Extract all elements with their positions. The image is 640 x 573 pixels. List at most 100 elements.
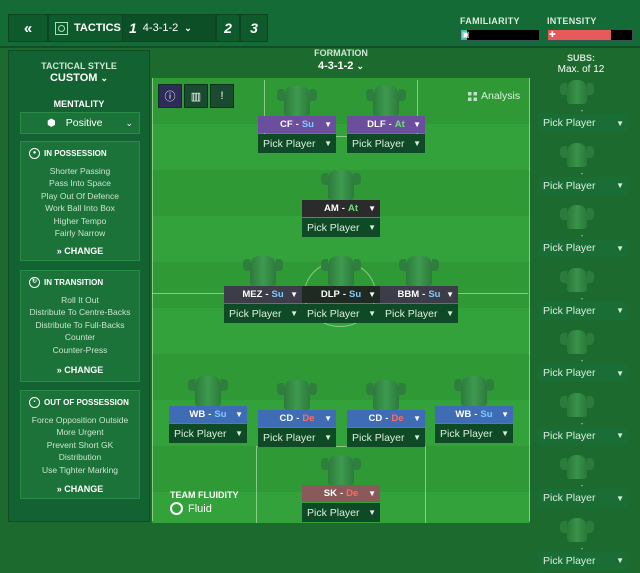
position-role-tag[interactable]: DLF - At ▼ — [347, 116, 425, 133]
pick-player-select[interactable]: Pick Player ▼ — [302, 218, 380, 237]
player-shirt-icon — [277, 380, 317, 410]
position-role-tag[interactable]: AM - At ▼ — [302, 200, 380, 217]
player-shirt-icon — [560, 205, 594, 229]
familiarity-bar[interactable]: ▣ — [460, 29, 540, 41]
pick-sub-select[interactable]: Pick Player ▼ — [538, 239, 628, 257]
position-code: SK — [323, 488, 337, 499]
sub-slot[interactable]: - Pick Player ▼ — [535, 142, 629, 198]
position-role-tag[interactable]: WB - Su ▼ — [169, 406, 247, 423]
sub-slot[interactable]: - Pick Player ▼ — [535, 517, 629, 573]
position-code: DLF — [367, 119, 386, 130]
pick-sub-select[interactable]: Pick Player ▼ — [538, 489, 628, 507]
player-shirt-icon — [243, 256, 283, 286]
player-shirt-icon — [560, 330, 594, 354]
pick-player-select[interactable]: Pick Player ▼ — [435, 424, 513, 443]
subs-panel: SUBS: Max. of 12 - Pick Player ▼ - Pick Play… — [531, 50, 640, 570]
caret-down-icon: ▼ — [324, 120, 332, 129]
sub-slot[interactable]: - Pick Player ▼ — [535, 205, 629, 260]
position-role-tag[interactable]: CD - De ▼ — [258, 410, 336, 427]
caret-down-icon: ▼ — [413, 433, 421, 442]
caret-down-icon: ▼ — [616, 431, 624, 440]
position-role-tag[interactable]: MEZ - Su ▼ — [224, 286, 302, 303]
player-slot-cf[interactable]: CF - Su ▼ Pick Player ▼ — [258, 86, 336, 164]
pick-player-select[interactable]: Pick Player ▼ — [380, 304, 458, 323]
position-role-tag[interactable]: DLP - Su ▼ — [302, 286, 380, 303]
player-slot-sk[interactable]: SK - De ▼ Pick Player ▼ — [302, 455, 380, 533]
in-possession-change-button[interactable]: » CHANGE — [21, 246, 139, 256]
pick-player-label: Pick Player — [307, 221, 360, 234]
tactic-slot-1-number: 1 — [129, 20, 137, 36]
pick-player-select[interactable]: Pick Player ▼ — [347, 428, 425, 447]
sub-slot[interactable]: - Pick Player ▼ — [535, 455, 629, 510]
player-shirt-icon — [321, 170, 361, 200]
subs-title: SUBS: — [566, 53, 595, 63]
instruction-item: Work Ball Into Box — [45, 203, 115, 214]
pick-sub-select[interactable]: Pick Player ▼ — [538, 364, 628, 382]
player-slot-bbm[interactable]: BBM - Su ▼ Pick Player ▼ — [380, 256, 458, 334]
player-slot-wb[interactable]: WB - Su ▼ Pick Player ▼ — [435, 376, 513, 454]
pick-sub-select[interactable]: Pick Player ▼ — [538, 114, 628, 132]
in-transition-change-button[interactable]: » CHANGE — [21, 365, 139, 375]
double-chevron-left-icon: « — [23, 19, 33, 37]
position-role-tag[interactable]: WB - Su ▼ — [435, 406, 513, 423]
pick-player-label: Pick Player — [440, 427, 493, 440]
player-view-button[interactable]: ⓘ — [158, 84, 182, 108]
pick-player-label: Pick Player — [543, 179, 596, 192]
pick-player-select[interactable]: Pick Player ▼ — [169, 424, 247, 443]
pick-player-select[interactable]: Pick Player ▼ — [302, 503, 380, 522]
position-code: CD — [368, 413, 383, 424]
player-slot-dlp[interactable]: DLP - Su ▼ Pick Player ▼ — [302, 256, 380, 334]
player-slot-cd[interactable]: CD - De ▼ Pick Player ▼ — [347, 380, 425, 458]
sub-slot[interactable]: - Pick Player ▼ — [535, 267, 629, 323]
player-shirt-icon — [321, 256, 361, 286]
mentality-label: MENTALITY — [53, 99, 105, 109]
pick-player-select[interactable]: Pick Player ▼ — [347, 134, 425, 153]
intensity-bar[interactable]: ✚ — [547, 29, 633, 41]
tactic-slot-3[interactable]: 3 — [240, 14, 268, 42]
position-role-tag[interactable]: CD - De ▼ — [347, 410, 425, 427]
player-slot-am[interactable]: AM - At ▼ Pick Player ▼ — [302, 170, 380, 248]
sub-slot[interactable]: - Pick Player ▼ — [535, 80, 629, 135]
pick-player-label: Pick Player — [307, 307, 360, 320]
caret-down-icon: ▼ — [616, 493, 624, 503]
pick-player-select[interactable]: Pick Player ▼ — [302, 304, 380, 323]
pick-sub-select[interactable]: Pick Player ▼ — [538, 301, 628, 320]
notes-view-button[interactable]: ! — [210, 84, 234, 108]
position-role-tag[interactable]: CF - Su ▼ — [258, 116, 336, 133]
tactic-slot-1[interactable]: 1 4-3-1-2 ⌄ — [122, 14, 216, 42]
position-role-tag[interactable]: SK - De ▼ — [302, 485, 380, 502]
team-fluidity[interactable]: TEAM FLUIDITY Fluid — [170, 490, 239, 515]
sub-slot[interactable]: - Pick Player ▼ — [535, 330, 629, 385]
pick-player-select[interactable]: Pick Player ▼ — [258, 134, 336, 153]
tactic-slot-2[interactable]: 2 — [216, 14, 240, 42]
tactical-style-dropdown[interactable]: CUSTOM ⌄ — [9, 72, 149, 84]
pick-sub-select[interactable]: Pick Player ▼ — [538, 426, 628, 445]
back-button[interactable]: « — [8, 14, 48, 42]
player-slot-mez[interactable]: MEZ - Su ▼ Pick Player ▼ — [224, 256, 302, 334]
transition-icon: ↻ — [29, 277, 40, 288]
out-of-possession-change-button[interactable]: » CHANGE — [21, 484, 139, 494]
caret-down-icon: ▼ — [501, 429, 509, 438]
tactic-slot-2-number: 2 — [224, 20, 232, 36]
sub-slot[interactable]: - Pick Player ▼ — [535, 392, 629, 448]
pick-player-select[interactable]: Pick Player ▼ — [258, 428, 336, 447]
position-code: DLP — [320, 289, 340, 300]
pick-player-select[interactable]: Pick Player ▼ — [224, 304, 302, 323]
player-slot-wb[interactable]: WB - Su ▼ Pick Player ▼ — [169, 376, 247, 454]
mentality-select[interactable]: ⬢ Positive ⌄ — [20, 112, 140, 134]
tab-tactics-label: TACTICS — [74, 22, 121, 34]
position-role-tag[interactable]: BBM - Su ▼ — [380, 286, 458, 303]
player-slot-cd[interactable]: CD - De ▼ Pick Player ▼ — [258, 380, 336, 458]
player-slot-dlf[interactable]: DLF - At ▼ Pick Player ▼ — [347, 86, 425, 164]
mentality-value: Positive — [65, 117, 103, 129]
formation-dropdown[interactable]: 4-3-1-2 ⌄ — [152, 60, 530, 72]
pick-sub-select[interactable]: Pick Player ▼ — [538, 176, 628, 195]
analysis-button[interactable]: Analysis — [468, 90, 520, 102]
instruction-item: Distribution — [58, 452, 102, 463]
familiarity-label: FAMILIARITY — [460, 16, 520, 26]
stats-view-button[interactable]: ▥ — [184, 84, 208, 108]
pick-sub-select[interactable]: Pick Player ▼ — [538, 551, 628, 570]
in-possession-list: Shorter Passing Pass Into Space Play Out O… — [21, 165, 139, 239]
double-chevron-right-icon: » — [56, 484, 62, 494]
tab-tactics[interactable]: TACTICS — [48, 14, 126, 42]
